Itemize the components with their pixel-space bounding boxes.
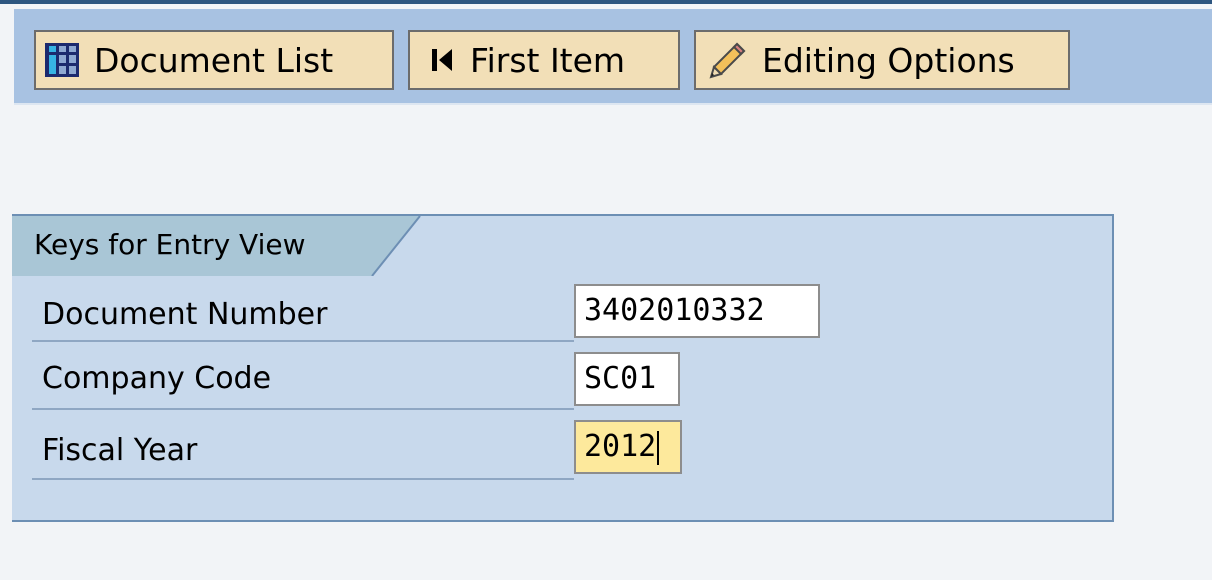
pencil-icon [708,40,748,80]
top-rule [0,0,1212,4]
toolbar-divider [14,103,1212,105]
first-item-button[interactable]: First Item [408,30,680,90]
company-code-field[interactable]: SC01 [574,352,680,406]
field-divider [32,408,574,410]
document-number-label: Document Number [42,297,328,332]
fiscal-year-value: 2012 [584,429,657,464]
document-number-value: 3402010332 [584,293,765,328]
fiscal-year-field[interactable]: 2012 [574,420,682,474]
document-list-button[interactable]: Document List [34,30,394,90]
field-divider [32,478,574,480]
text-cursor [657,430,660,465]
document-number-field[interactable]: 3402010332 [574,284,820,338]
field-divider [32,340,574,342]
editing-options-button[interactable]: Editing Options [694,30,1070,90]
first-item-label: First Item [470,40,626,80]
company-code-label: Company Code [42,361,272,396]
fiscal-year-label: Fiscal Year [42,433,198,468]
company-code-value: SC01 [584,361,657,396]
document-list-icon [44,42,80,78]
first-item-icon [430,45,456,75]
editing-options-label: Editing Options [762,40,1015,80]
document-list-label: Document List [94,40,334,80]
panel-title: Keys for Entry View [34,228,306,261]
keys-for-entry-view-panel: Keys for Entry View Document Number 3402… [12,214,1114,522]
